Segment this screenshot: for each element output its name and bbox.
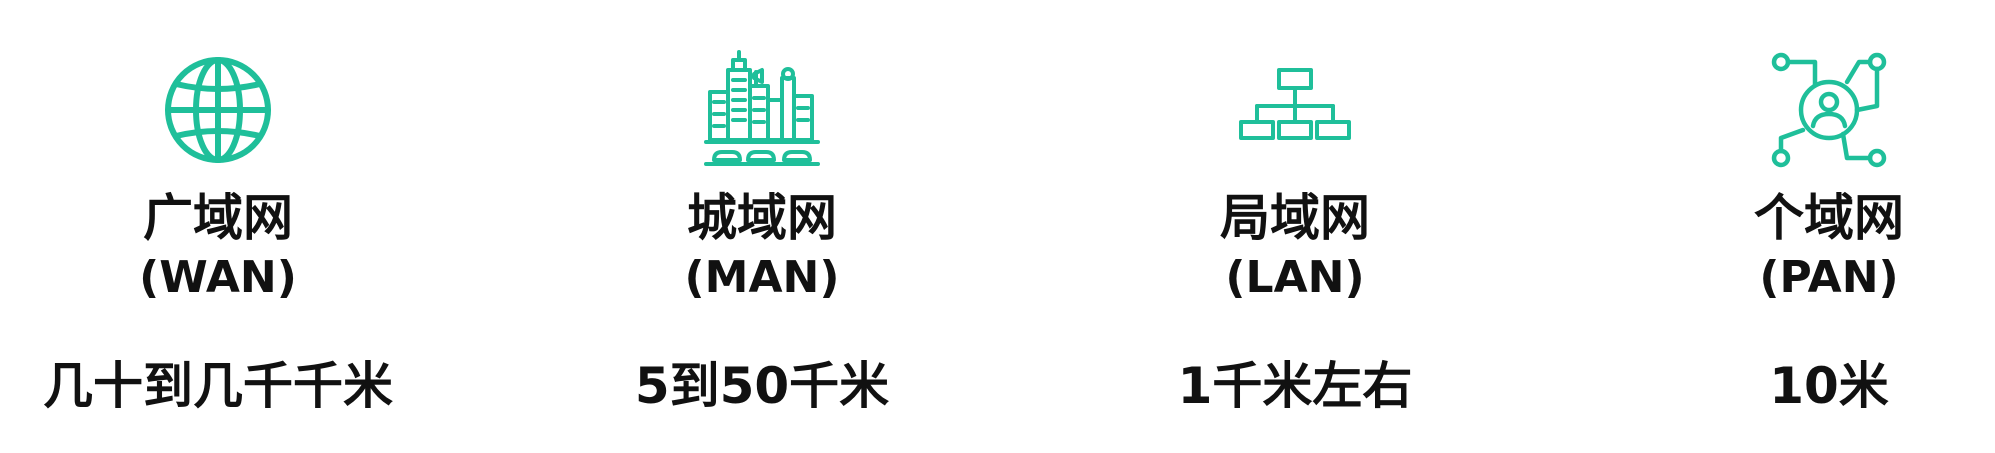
network-name: 广域网: [143, 189, 293, 247]
personal-network-icon: [1767, 48, 1891, 172]
network-name: 个域网: [1754, 189, 1904, 247]
network-abbreviation: (LAN): [1225, 252, 1365, 303]
network-abbreviation: (PAN): [1759, 252, 1899, 303]
network-range: 1千米左右: [1177, 357, 1413, 415]
network-name: 局域网: [1220, 189, 1370, 247]
hierarchy-network-icon: [1233, 48, 1357, 172]
network-range: 5到50千米: [634, 357, 890, 415]
network-type-lan: 局域网 (LAN) 1千米左右: [1085, 0, 1505, 453]
network-type-man: 城域网 (MAN) 5到50千米: [552, 0, 972, 453]
network-name: 城域网: [687, 189, 837, 247]
network-range: 几十到几千千米: [43, 357, 393, 415]
network-type-pan: 个域网 (PAN) 10米: [1619, 0, 1995, 453]
network-range: 10米: [1769, 357, 1889, 415]
globe-icon: [156, 48, 280, 172]
network-type-wan: 广域网 (WAN) 几十到几千千米: [8, 0, 428, 453]
city-buildings-icon: [700, 48, 824, 172]
network-abbreviation: (MAN): [684, 252, 840, 303]
network-abbreviation: (WAN): [139, 252, 297, 303]
